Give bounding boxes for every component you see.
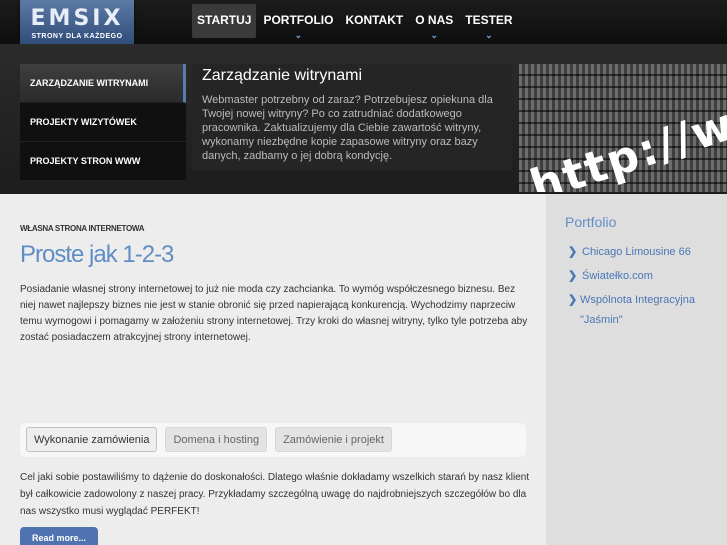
nav-item-label: TESTER <box>465 13 513 27</box>
submenu-item-zarzadzanie[interactable]: ZARZĄDZANIE WITRYNAMI <box>20 64 186 103</box>
chevron-right-icon: ❯ <box>568 246 578 258</box>
chevron-down-icon: ⌄ <box>485 30 493 40</box>
submenu-item-wizytowki[interactable]: PROJEKTY WIZYTÓWEK <box>20 103 186 142</box>
top-bar: EMSIX STRONY DLA KAŻDEGO STARTUJ PORTFOL… <box>0 0 727 48</box>
read-more-button[interactable]: Read more... <box>20 527 98 545</box>
nav-item-portfolio[interactable]: PORTFOLIO ⌄ <box>258 4 338 40</box>
tab-zamowienie-i-projekt[interactable]: Zamówienie i projekt <box>275 427 392 452</box>
site-logo[interactable]: EMSIX STRONY DLA KAŻDEGO <box>20 0 134 48</box>
submenu-item-label: ZARZĄDZANIE WITRYNAMI <box>30 78 149 88</box>
chevron-down-icon: ⌄ <box>294 30 303 40</box>
sidebar-item-wspolnota[interactable]: ❯ Wspólnota Integracyjna "Jaśmin" <box>568 290 718 330</box>
chevron-down-icon: ⌄ <box>430 30 439 40</box>
hero-title: Zarządzanie witrynami <box>202 67 363 84</box>
hero-submenu: ZARZĄDZANIE WITRYNAMI PROJEKTY WIZYTÓWEK… <box>20 64 186 181</box>
nav-item-label: O NAS <box>415 13 454 27</box>
nav-item-label: STARTUJ <box>197 13 252 27</box>
hero-server-image: http://w <box>519 64 727 192</box>
section-kicker: WŁASNA STRONA INTERNETOWA <box>20 224 145 233</box>
nav-item-tester[interactable]: TESTER ⌄ <box>460 4 517 40</box>
hero-description: Webmaster potrzebny od zaraz? Potrzebuje… <box>202 94 493 162</box>
submenu-item-label: PROJEKTY WIZYTÓWEK <box>30 117 137 127</box>
intro-paragraph: Posiadanie własnej strony internetowej t… <box>20 284 528 343</box>
submenu-item-strony-www[interactable]: PROJEKTY STRON WWW <box>20 142 186 181</box>
page-headline: Proste jak 1-2-3 <box>20 241 174 268</box>
sidebar-title: Portfolio <box>565 214 617 230</box>
tab-content: Cel jaki sobie postawiliśmy to dążenie d… <box>20 472 530 517</box>
hero-text-panel: Zarządzanie witrynami Webmaster potrzebn… <box>192 64 512 170</box>
sidebar-item-swiatelko[interactable]: ❯ Światełko.com <box>568 266 718 286</box>
nav-item-o-nas[interactable]: O NAS ⌄ <box>410 4 458 40</box>
nav-item-startuj[interactable]: STARTUJ <box>192 4 257 38</box>
logo-word: EMSIX <box>30 6 124 31</box>
hero-section: ZARZĄDZANIE WITRYNAMI PROJEKTY WIZYTÓWEK… <box>0 44 727 194</box>
submenu-item-label: PROJEKTY STRON WWW <box>30 156 141 166</box>
tab-wykonanie-zamowienia[interactable]: Wykonanie zamówienia <box>26 427 158 452</box>
logo-tagline: STRONY DLA KAŻDEGO <box>31 33 123 40</box>
chevron-right-icon: ❯ <box>568 270 578 282</box>
nav-item-kontakt[interactable]: KONTAKT <box>340 4 408 38</box>
sidebar-item-label: Chicago Limousine 66 <box>582 246 691 258</box>
sidebar-item-label: Światełko.com <box>582 270 653 282</box>
main-nav: STARTUJ PORTFOLIO ⌄ KONTAKT O NAS ⌄ TEST… <box>192 4 520 40</box>
chevron-right-icon: ❯ <box>568 294 578 306</box>
sidebar-item-chicago-limousine[interactable]: ❯ Chicago Limousine 66 <box>568 242 718 262</box>
nav-item-label: KONTAKT <box>345 13 404 27</box>
tab-domena-i-hosting[interactable]: Domena i hosting <box>165 427 268 452</box>
sidebar-item-label: Wspólnota Integracyjna "Jaśmin" <box>580 294 695 326</box>
main-content: WŁASNA STRONA INTERNETOWA Proste jak 1-2… <box>0 194 546 545</box>
nav-item-label: PORTFOLIO <box>263 13 334 27</box>
sidebar-list: ❯ Chicago Limousine 66 ❯ Światełko.com ❯… <box>568 242 718 334</box>
tab-bar: Wykonanie zamówienia Domena i hosting Za… <box>20 423 526 457</box>
sidebar: Portfolio ❯ Chicago Limousine 66 ❯ Świat… <box>546 194 727 545</box>
